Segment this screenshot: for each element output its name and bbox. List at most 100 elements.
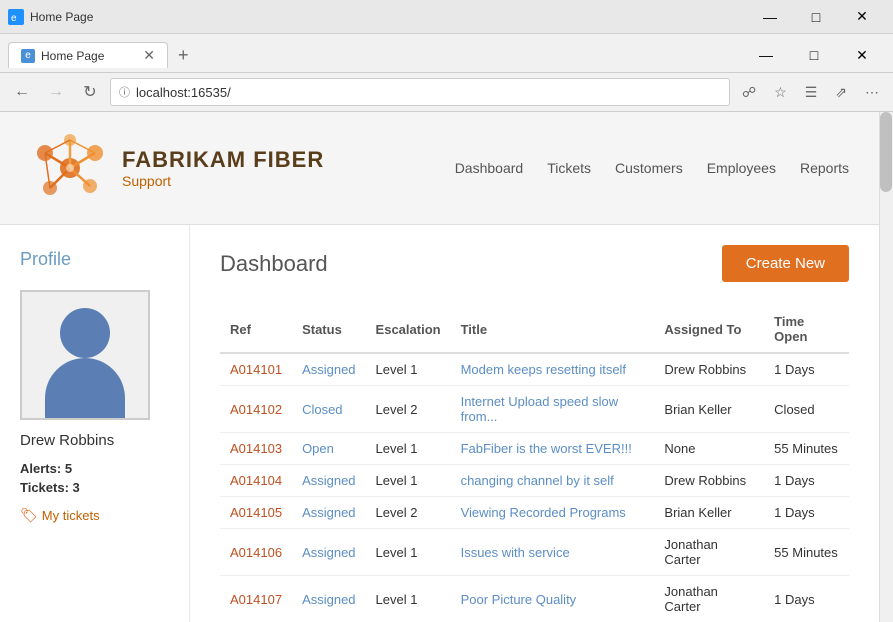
titlebar-minimize-button[interactable]: —	[743, 38, 789, 72]
tickets-label: Tickets:	[20, 480, 69, 495]
window-maximize-button[interactable]: □	[793, 0, 839, 34]
titlebar-maximize-button[interactable]: □	[791, 38, 837, 72]
my-tickets-link[interactable]: 🏷 My tickets	[20, 507, 169, 524]
avatar-body	[22, 290, 148, 418]
tag-icon: 🏷	[20, 507, 38, 524]
ref-link[interactable]: A014103	[230, 441, 282, 456]
cell-time: 55 Minutes	[764, 529, 849, 576]
cell-title: Poor Picture Quality	[451, 576, 655, 622]
nav-tickets[interactable]: Tickets	[547, 160, 591, 176]
nav-reports[interactable]: Reports	[800, 160, 849, 176]
title-link[interactable]: Issues with service	[461, 545, 570, 560]
new-tab-button[interactable]: +	[170, 45, 197, 66]
ref-link[interactable]: A014101	[230, 362, 282, 377]
favorites-button[interactable]: ☆	[768, 80, 793, 105]
window-controls: — □ ✕	[747, 0, 885, 34]
nav-customers[interactable]: Customers	[615, 160, 683, 176]
title-link[interactable]: Modem keeps resetting itself	[461, 362, 626, 377]
table-row: A014103 Open Level 1 FabFiber is the wor…	[220, 433, 849, 465]
window-close-button[interactable]: ✕	[839, 0, 885, 34]
cell-assigned: Brian Keller	[654, 386, 764, 433]
page-content: FABRIKAM FIBER Support Dashboard Tickets…	[0, 112, 879, 622]
table-row: A014104 Assigned Level 1 changing channe…	[220, 465, 849, 497]
nav-dashboard[interactable]: Dashboard	[455, 160, 524, 176]
cell-escalation: Level 1	[366, 529, 451, 576]
cell-title: Internet Upload speed slow from...	[451, 386, 655, 433]
cell-status: Assigned	[292, 529, 365, 576]
table-row: A014105 Assigned Level 2 Viewing Recorde…	[220, 497, 849, 529]
browser-tab[interactable]: e Home Page ✕	[8, 42, 168, 68]
back-button[interactable]: ←	[8, 78, 36, 106]
col-ref: Ref	[220, 306, 292, 353]
title-link[interactable]: Internet Upload speed slow from...	[461, 394, 619, 424]
dashboard-header: Dashboard Create New	[220, 245, 849, 282]
title-link[interactable]: Poor Picture Quality	[461, 592, 577, 607]
cell-ref: A014107	[220, 576, 292, 622]
table-row: A014106 Assigned Level 1 Issues with ser…	[220, 529, 849, 576]
cell-time: 1 Days	[764, 576, 849, 622]
svg-text:e: e	[11, 13, 17, 24]
cell-time: 1 Days	[764, 353, 849, 386]
col-assigned: Assigned To	[654, 306, 764, 353]
forward-button[interactable]: →	[42, 78, 70, 106]
cell-time: Closed	[764, 386, 849, 433]
cell-assigned: Brian Keller	[654, 497, 764, 529]
ref-link[interactable]: A014106	[230, 545, 282, 560]
cell-escalation: Level 1	[366, 465, 451, 497]
ref-link[interactable]: A014107	[230, 592, 282, 607]
col-time: Time Open	[764, 306, 849, 353]
browser-icon: e	[8, 9, 24, 25]
user-name: Drew Robbins	[20, 432, 169, 449]
address-bar[interactable]: ⓘ localhost:16535/	[110, 78, 730, 106]
ref-link[interactable]: A014104	[230, 473, 282, 488]
cell-time: 1 Days	[764, 497, 849, 529]
avatar-head	[60, 308, 110, 358]
scrollbar-thumb[interactable]	[880, 112, 892, 192]
browser-viewport: FABRIKAM FIBER Support Dashboard Tickets…	[0, 112, 893, 622]
cell-title: Viewing Recorded Programs	[451, 497, 655, 529]
user-avatar	[20, 290, 150, 420]
lock-icon: ⓘ	[119, 84, 130, 100]
scrollbar-track[interactable]	[879, 112, 893, 622]
cell-escalation: Level 2	[366, 386, 451, 433]
cell-escalation: Level 1	[366, 576, 451, 622]
table-row: A014107 Assigned Level 1 Poor Picture Qu…	[220, 576, 849, 622]
cell-status: Assigned	[292, 497, 365, 529]
title-link[interactable]: Viewing Recorded Programs	[461, 505, 626, 520]
col-status: Status	[292, 306, 365, 353]
ref-link[interactable]: A014105	[230, 505, 282, 520]
reader-view-button[interactable]: ☍	[736, 80, 762, 105]
refresh-button[interactable]: ↻	[76, 78, 104, 106]
main-layout: Profile Drew Robbins Alerts: 5 Tickets: …	[0, 225, 879, 622]
browser-toolbar: e Home Page ✕ + — □ ✕ ← → ↻ ⓘ localhost:…	[0, 34, 893, 112]
title-link[interactable]: changing channel by it self	[461, 473, 614, 488]
site-tagline: Support	[122, 173, 324, 189]
my-tickets-label: My tickets	[42, 508, 100, 523]
share-button[interactable]: ⇗	[829, 80, 853, 105]
profile-label: Profile	[20, 249, 169, 270]
settings-button[interactable]: ⋯	[859, 80, 885, 105]
window-minimize-button[interactable]: —	[747, 0, 793, 34]
cell-status: Assigned	[292, 576, 365, 622]
dashboard-title: Dashboard	[220, 251, 328, 277]
col-title: Title	[451, 306, 655, 353]
tickets-table: Ref Status Escalation Title Assigned To …	[220, 306, 849, 622]
cell-escalation: Level 1	[366, 353, 451, 386]
cell-title: Issues with service	[451, 529, 655, 576]
ref-link[interactable]: A014102	[230, 402, 282, 417]
site-logo: FABRIKAM FIBER Support	[30, 128, 324, 208]
cell-ref: A014104	[220, 465, 292, 497]
cell-assigned: Jonathan Carter	[654, 529, 764, 576]
nav-employees[interactable]: Employees	[707, 160, 776, 176]
titlebar-close-button[interactable]: ✕	[839, 38, 885, 72]
title-link[interactable]: FabFiber is the worst EVER!!!	[461, 441, 632, 456]
cell-status: Closed	[292, 386, 365, 433]
create-new-button[interactable]: Create New	[722, 245, 849, 282]
address-text: localhost:16535/	[136, 85, 721, 100]
cell-ref: A014101	[220, 353, 292, 386]
cell-title: FabFiber is the worst EVER!!!	[451, 433, 655, 465]
tickets-count: 3	[73, 480, 80, 495]
cell-ref: A014106	[220, 529, 292, 576]
favorites-bar-button[interactable]: ☰	[799, 80, 824, 105]
tab-close-button[interactable]: ✕	[143, 47, 155, 64]
